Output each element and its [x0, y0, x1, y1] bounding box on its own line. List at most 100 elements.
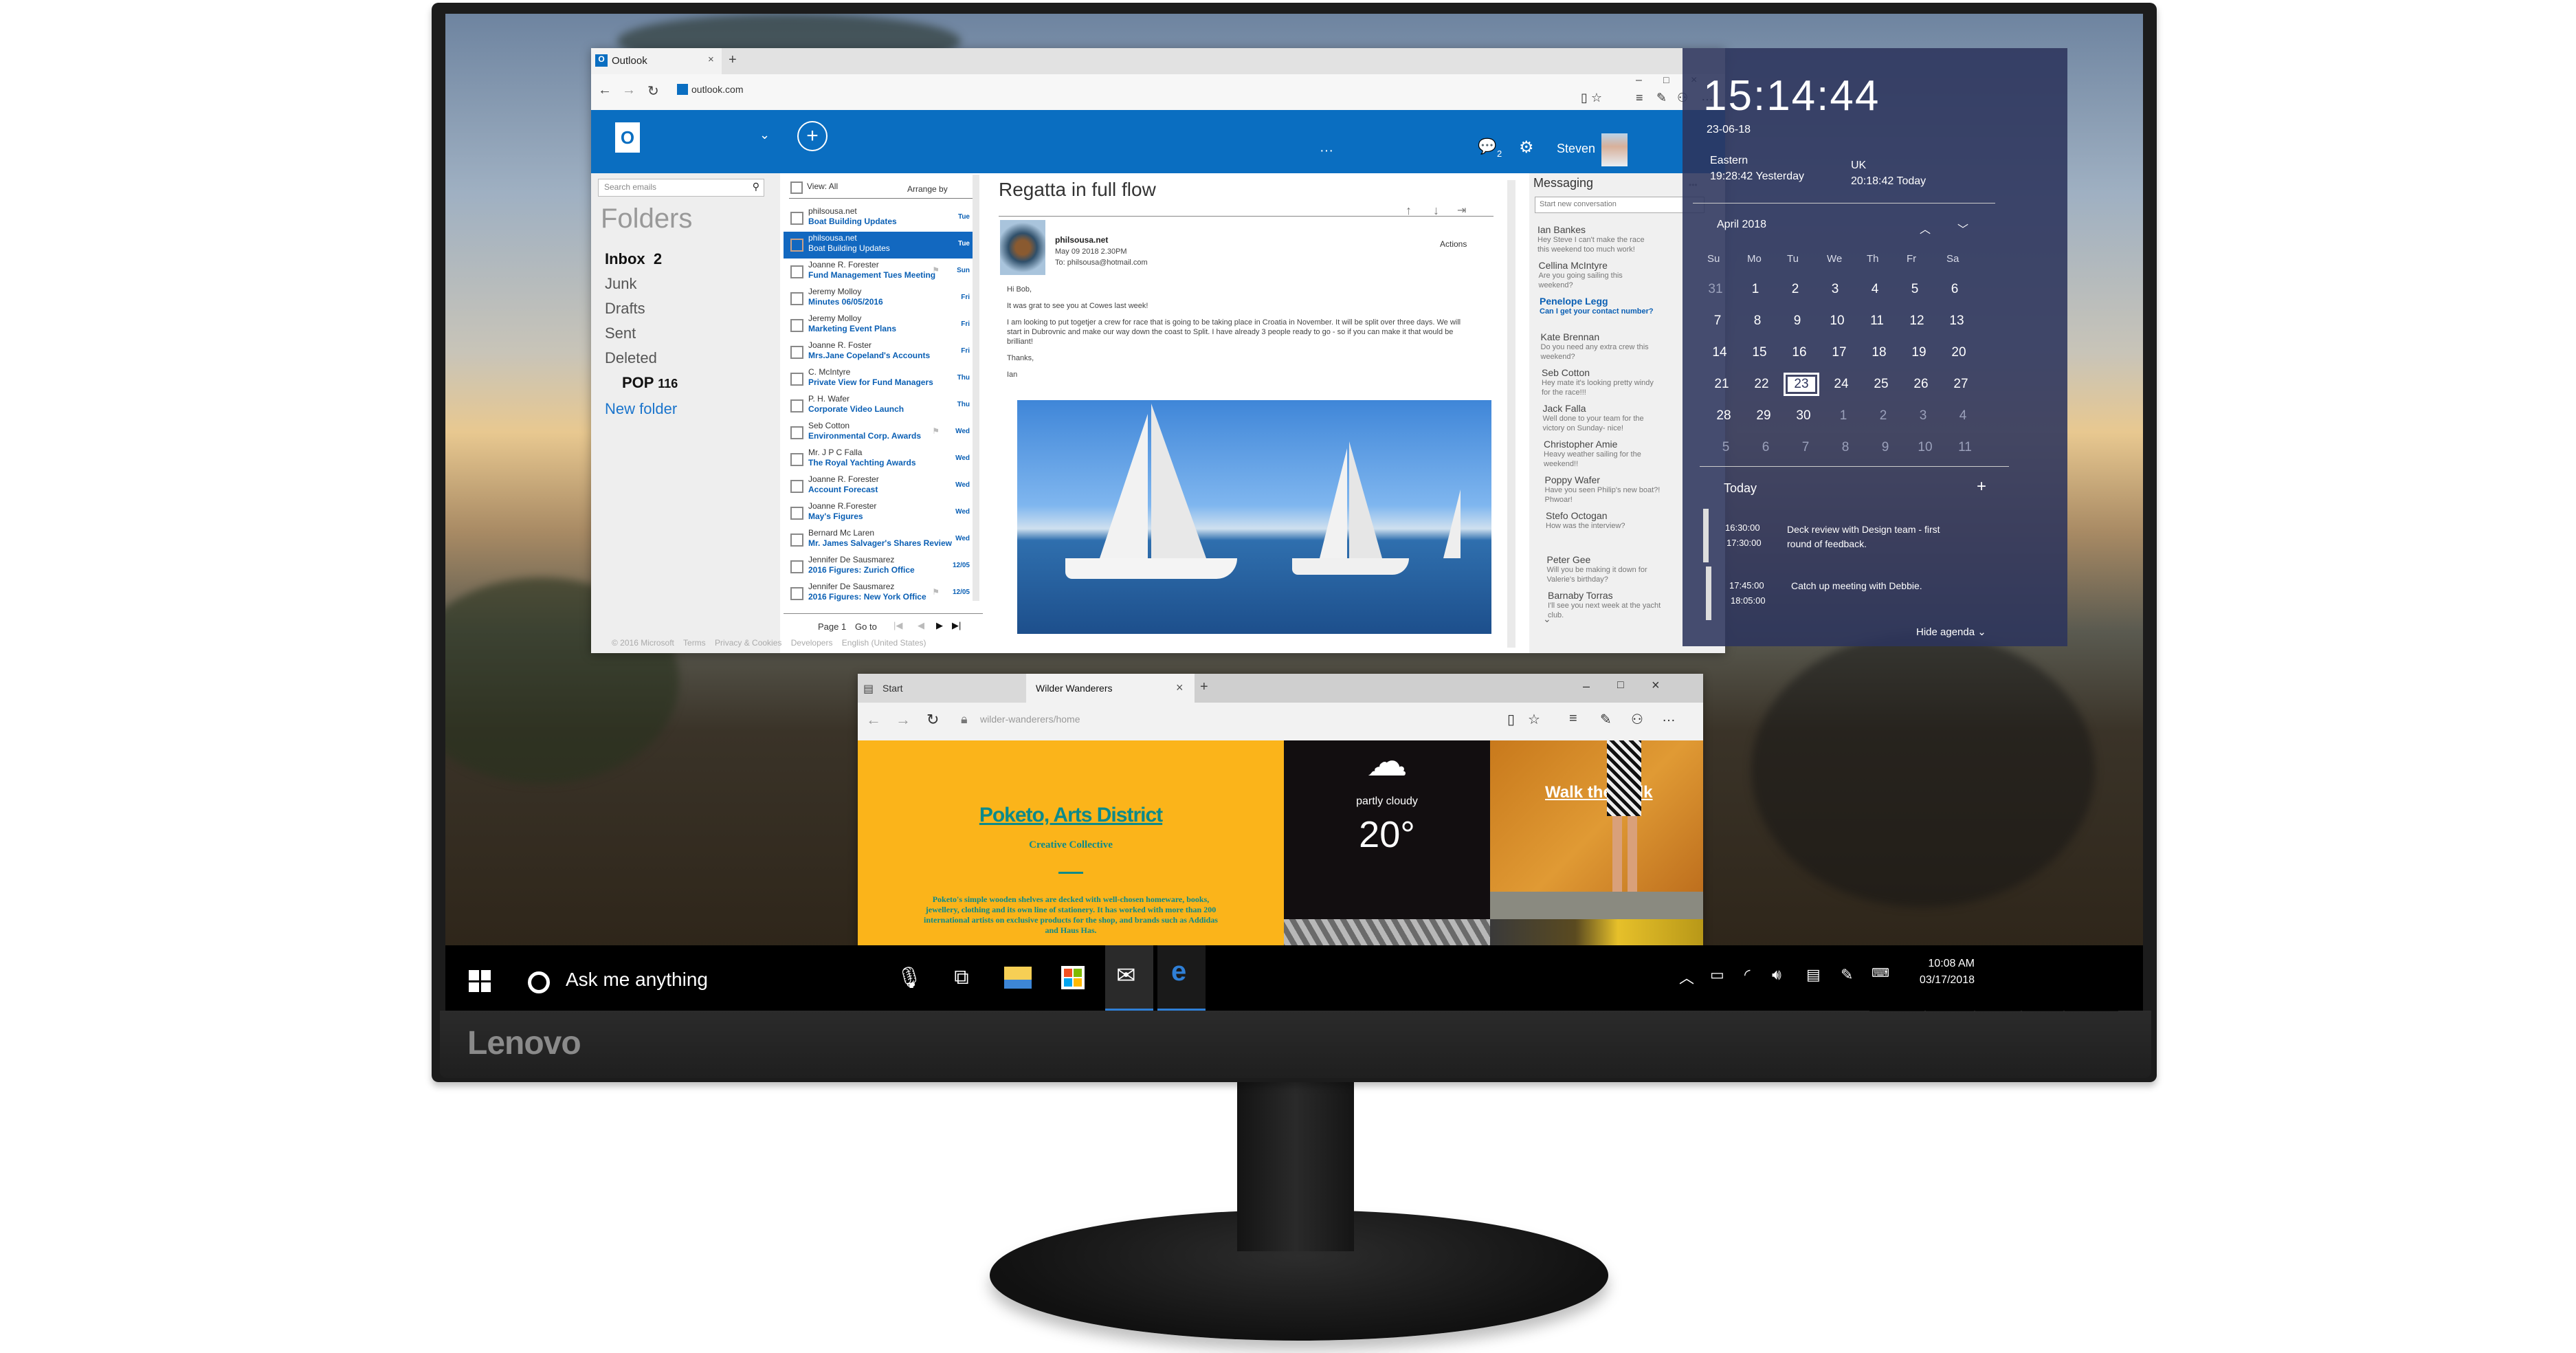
email-row[interactable]: Joanne R. Forester Account Forecast Wed: [784, 473, 979, 500]
address-bar[interactable]: wilder-wanderers/home: [980, 714, 1080, 725]
email-checkbox[interactable]: [790, 426, 803, 439]
new-tab-button[interactable]: +: [1200, 679, 1208, 695]
calendar-day[interactable]: 27: [1947, 377, 1975, 392]
refresh-icon[interactable]: ↻: [647, 82, 659, 100]
calendar-day[interactable]: 7: [1704, 314, 1731, 329]
chevron-up-icon[interactable]: ︿: [1920, 220, 1931, 236]
chat-icon[interactable]: 💬: [1478, 138, 1496, 155]
goto-page-button[interactable]: Go to: [855, 622, 877, 632]
browser-tab-outlook[interactable]: O Outlook ×: [591, 48, 722, 74]
calendar-day[interactable]: 16: [1786, 345, 1813, 360]
gear-icon[interactable]: ⚙: [1519, 138, 1534, 157]
edge-app-button[interactable]: e: [1157, 945, 1206, 1011]
email-row[interactable]: Joanne R. Foster Mrs.Jane Copeland's Acco…: [784, 339, 979, 366]
forward-icon[interactable]: →: [622, 82, 636, 98]
email-checkbox[interactable]: [790, 346, 803, 359]
email-checkbox[interactable]: [790, 319, 803, 332]
email-checkbox[interactable]: [790, 373, 803, 386]
tab-close-icon[interactable]: ×: [1176, 681, 1184, 695]
email-checkbox[interactable]: [790, 507, 803, 520]
maximize-button[interactable]: □: [1663, 74, 1669, 85]
email-row[interactable]: Jeremy Molloy Minutes 06/05/2016 Fri: [784, 285, 979, 312]
calendar-day[interactable]: 14: [1706, 345, 1733, 360]
next-page-icon[interactable]: ▶: [936, 620, 943, 631]
cortana-icon[interactable]: [528, 971, 550, 993]
calendar-day[interactable]: 4: [1861, 282, 1889, 297]
web-note-icon[interactable]: ✎: [1600, 711, 1612, 728]
calendar-day[interactable]: 21: [1708, 377, 1735, 392]
calendar-day[interactable]: 2: [1781, 282, 1809, 297]
touch-keyboard-icon[interactable]: ⌨: [1872, 966, 1889, 980]
file-explorer-icon[interactable]: [1001, 960, 1035, 995]
email-checkbox[interactable]: [790, 560, 803, 573]
address-bar[interactable]: outlook.com: [691, 84, 743, 95]
email-row[interactable]: Bernard Mc Laren Mr. James Salvager's Sha…: [784, 527, 979, 553]
calendar-day[interactable]: 1: [1742, 282, 1769, 297]
folder-pop[interactable]: POP 116: [622, 374, 678, 392]
folder-drafts[interactable]: Drafts: [605, 300, 645, 318]
flag-icon[interactable]: ⚑: [932, 587, 940, 597]
pop-out-icon[interactable]: ⇥: [1457, 204, 1466, 217]
calendar-day[interactable]: 31: [1702, 282, 1729, 297]
email-checkbox[interactable]: [790, 265, 803, 278]
chevron-down-icon[interactable]: ﹀: [1957, 220, 1968, 236]
back-icon[interactable]: ←: [598, 82, 612, 98]
calendar-day[interactable]: 10: [1911, 440, 1939, 455]
actions-button[interactable]: Actions: [1440, 239, 1467, 249]
hub-icon[interactable]: ≡: [1569, 711, 1577, 727]
cortana-search-box[interactable]: Ask me anything: [566, 969, 708, 991]
calendar-day[interactable]: 8: [1744, 314, 1771, 329]
calendar-day[interactable]: 5: [1712, 440, 1740, 455]
user-name[interactable]: Steven: [1557, 142, 1595, 156]
select-all-checkbox[interactable]: [790, 182, 803, 194]
more-icon[interactable]: ···: [1320, 143, 1333, 159]
email-row[interactable]: philsousa.net Boat Building Updates Tue: [784, 205, 979, 232]
more-icon[interactable]: …: [1662, 710, 1676, 725]
list-scrollbar[interactable]: [973, 175, 979, 601]
minimize-button[interactable]: –: [1583, 679, 1590, 694]
flag-icon[interactable]: ⚑: [932, 426, 940, 436]
mail-app-button[interactable]: ✉︎: [1105, 945, 1153, 1011]
reading-scrollbar[interactable]: [1507, 180, 1515, 648]
calendar-day-today[interactable]: 23: [1784, 373, 1819, 396]
email-checkbox[interactable]: [790, 453, 803, 466]
event-title[interactable]: Deck review with Design team - first rou…: [1787, 522, 1952, 551]
calendar-day[interactable]: 13: [1943, 314, 1970, 329]
volume-icon[interactable]: 🔊︎: [1772, 966, 1781, 984]
calendar-day[interactable]: 22: [1748, 377, 1775, 392]
email-row[interactable]: P. H. Wafer Corporate Video Launch Thu: [784, 393, 979, 419]
privacy-link[interactable]: Privacy & Cookies: [715, 638, 781, 648]
microphone-icon[interactable]: 🎙︎: [892, 960, 926, 995]
wifi-icon[interactable]: ◜: [1744, 966, 1751, 984]
view-filter[interactable]: View: All: [807, 182, 838, 191]
pen-workspace-icon[interactable]: ✎: [1841, 966, 1853, 984]
calendar-day[interactable]: 15: [1746, 345, 1773, 360]
new-tab-button[interactable]: +: [729, 52, 737, 68]
email-checkbox[interactable]: [790, 480, 803, 493]
calendar-day[interactable]: 10: [1823, 314, 1851, 329]
email-row[interactable]: Jennifer De Sausmarez 2016 Figures: New Y…: [784, 580, 979, 607]
calendar-day[interactable]: 6: [1752, 440, 1779, 455]
hide-agenda-button[interactable]: Hide agenda ⌄: [1916, 626, 1986, 638]
email-checkbox[interactable]: [790, 399, 803, 412]
poketo-title[interactable]: Poketo, Arts District: [858, 804, 1284, 827]
show-hidden-icons-chevron[interactable]: ︿: [1679, 966, 1694, 988]
email-row[interactable]: philsousa.net Boat Building Updates Tue: [784, 232, 979, 258]
calendar-day[interactable]: 20: [1945, 345, 1973, 360]
terms-link[interactable]: Terms: [683, 638, 706, 648]
share-icon[interactable]: ⚇: [1631, 711, 1643, 728]
calendar-day[interactable]: 11: [1951, 440, 1979, 455]
first-page-icon[interactable]: |◀: [893, 620, 902, 631]
calendar-day[interactable]: 26: [1907, 377, 1935, 392]
calendar-day[interactable]: 18: [1865, 345, 1893, 360]
favorite-star-icon[interactable]: ☆: [1528, 711, 1540, 728]
email-row[interactable]: Joanne R. Forester Fund Management Tues M…: [784, 258, 979, 285]
hub-icon[interactable]: ≡: [1636, 91, 1643, 105]
back-icon[interactable]: ←: [866, 711, 881, 729]
folder-junk[interactable]: Junk: [605, 275, 636, 293]
refresh-icon[interactable]: ↻: [926, 711, 939, 729]
battery-icon[interactable]: ▭: [1710, 966, 1724, 984]
folder-inbox[interactable]: Inbox 2: [605, 250, 662, 268]
reading-view-icon[interactable]: ▯: [1507, 711, 1515, 728]
tab-close-icon[interactable]: ×: [708, 54, 714, 65]
